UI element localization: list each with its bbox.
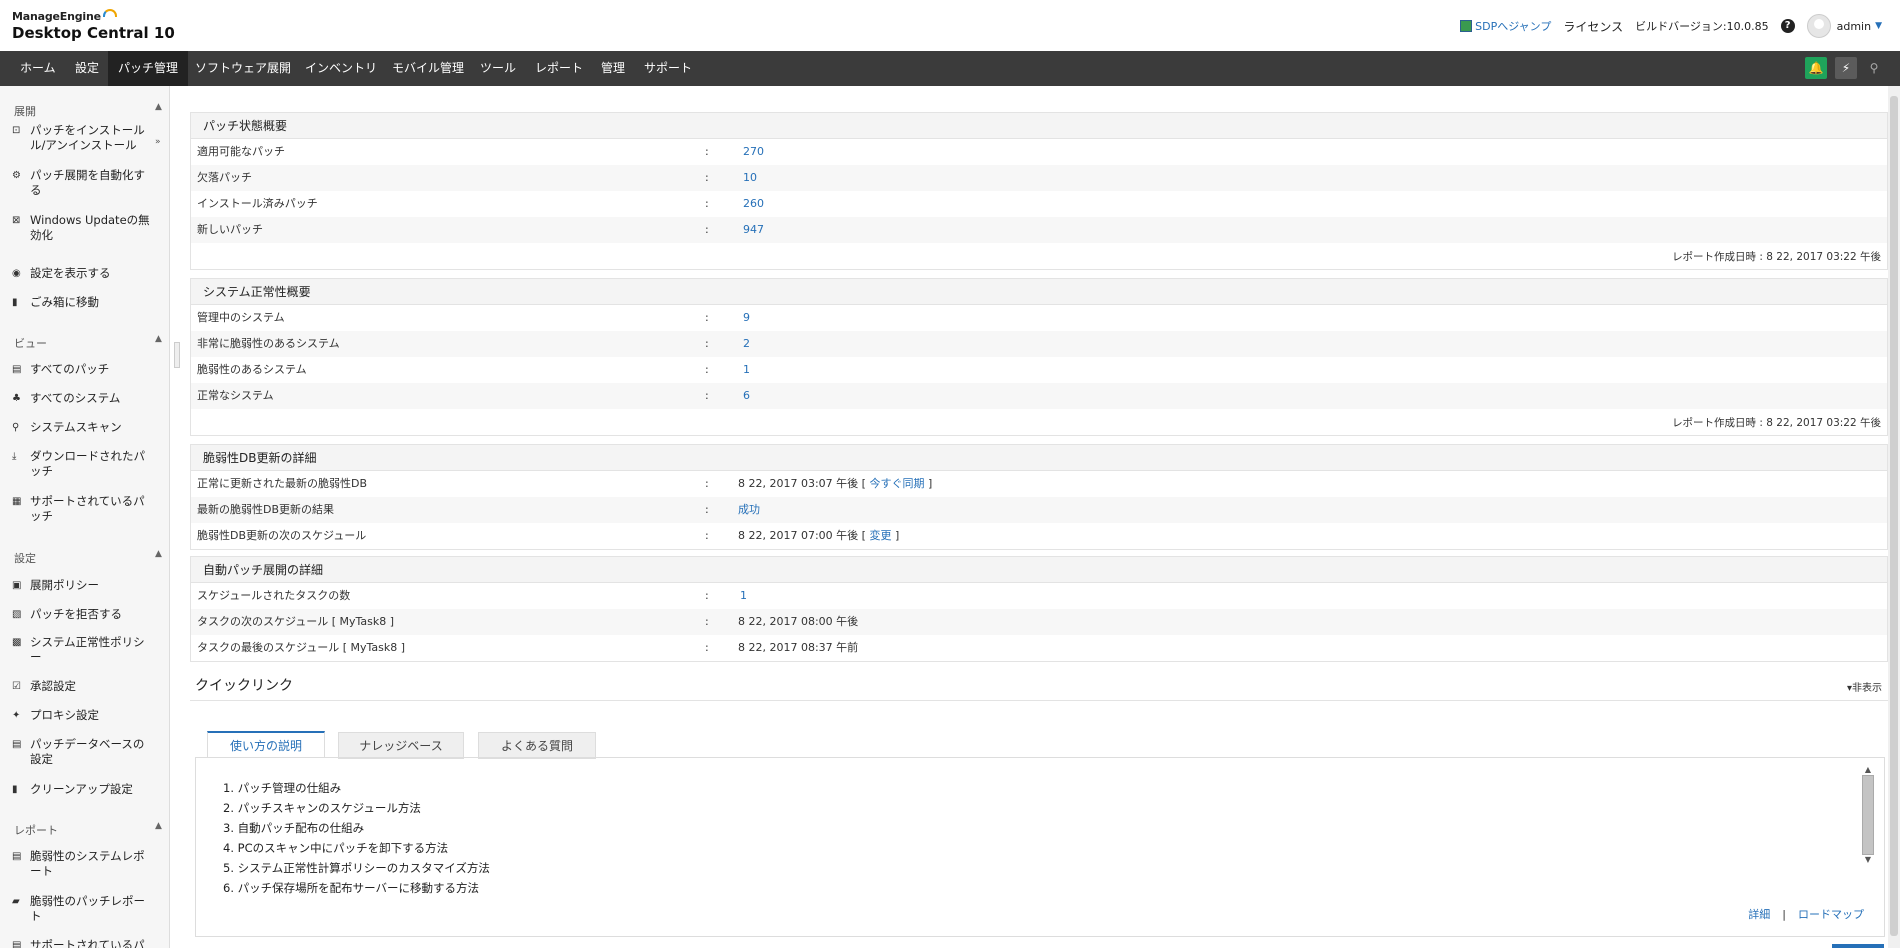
sidebar-item-vuln-patch-report[interactable]: ▰ 脆弱性のパッチレポート <box>12 894 152 924</box>
sidebar-item-supported-patches[interactable]: ▦ サポートされているパ ッチ <box>12 494 152 524</box>
howto-list: 1. パッチ管理の仕組み 2. パッチスキャンのスケジュール方法 3. 自動パッ… <box>223 778 490 898</box>
cleanup-icon: ▮ <box>12 784 18 795</box>
list-item[interactable]: 3. 自動パッチ配布の仕組み <box>223 818 490 838</box>
expand-icon[interactable]: » <box>155 137 161 147</box>
report-icon: ▤ <box>12 851 22 862</box>
report-icon: ▰ <box>12 896 20 907</box>
sidebar-item-patch-db-settings[interactable]: ▤ パッチデータベースの 設定 <box>12 737 152 767</box>
sidebar-item-system-scan[interactable]: ⚲ システムスキャン <box>12 420 152 435</box>
brand-swoosh-icon <box>102 9 117 17</box>
sidebar-item-view-config[interactable]: ◉ 設定を表示する <box>12 266 152 281</box>
tab-howto[interactable]: 使い方の説明 <box>207 731 325 758</box>
tab-knowledge-base[interactable]: ナレッジベース <box>338 732 464 759</box>
chevron-up-icon[interactable]: ▲ <box>155 549 162 559</box>
chevron-up-icon[interactable]: ▲ <box>155 334 162 344</box>
tab-body: 1. パッチ管理の仕組み 2. パッチスキャンのスケジュール方法 3. 自動パッ… <box>195 757 1885 937</box>
windows-update-off-icon: ⊠ <box>12 215 21 226</box>
download-icon: ⤓ <box>12 451 17 462</box>
bottom-accent <box>1832 944 1884 948</box>
patches-icon: ▤ <box>12 364 22 375</box>
sidebar: 展開 ▲ ⊡ パッチをインストール ル/アンインストール » ⚙ パッチ展開を自動化す… <box>0 86 170 948</box>
sidebar-item-automate[interactable]: ⚙ パッチ展開を自動化する <box>12 168 152 198</box>
list-item[interactable]: 5. システム正常性計算ポリシーのカスタマイズ方法 <box>223 858 490 878</box>
sidebar-item-approval[interactable]: ☑ 承認設定 <box>12 679 152 694</box>
nav-home[interactable]: ホーム <box>10 51 66 86</box>
quick-links-area: クイックリンク ▾非表示 使い方の説明 ナレッジベース よくある質問 1. パッ… <box>190 0 1888 948</box>
sidebar-item-proxy[interactable]: ✦ プロキシ設定 <box>12 708 152 723</box>
sidebar-section-reports[interactable]: レポート <box>14 822 58 838</box>
gear-icon: ⚙ <box>12 170 21 181</box>
proxy-icon: ✦ <box>12 710 21 721</box>
list-item[interactable]: 4. PCのスキャン中にパッチを卸下する方法 <box>223 838 490 858</box>
health-icon: ▩ <box>12 637 22 648</box>
sidebar-item-vuln-system-report[interactable]: ▤ 脆弱性のシステムレポ ート <box>12 849 152 879</box>
systems-icon: ♣ <box>12 393 21 404</box>
divider <box>190 700 1888 701</box>
footer-links: 詳細 | ロードマップ <box>1748 908 1864 921</box>
sidebar-item-health-policy[interactable]: ▩ システム正常性ポリシー <box>12 635 152 665</box>
chevron-up-icon[interactable]: ▲ <box>155 821 162 831</box>
list-item[interactable]: 1. パッチ管理の仕組み <box>223 778 490 798</box>
sidebar-collapse-handle[interactable] <box>174 342 180 368</box>
trash-icon: ▮ <box>12 297 18 308</box>
database-icon: ▤ <box>12 739 22 750</box>
detail-link[interactable]: 詳細 <box>1748 908 1770 921</box>
policy-icon: ▣ <box>12 580 22 591</box>
sidebar-section-view[interactable]: ビュー <box>14 335 47 351</box>
report-icon: ▤ <box>12 940 22 948</box>
scroll-up-icon[interactable]: ▲ <box>1862 765 1874 775</box>
eye-icon: ◉ <box>12 268 21 279</box>
sidebar-item-trash[interactable]: ▮ ごみ箱に移動 <box>12 295 152 310</box>
list-item[interactable]: 2. パッチスキャンのスケジュール方法 <box>223 798 490 818</box>
product-name: Desktop Central 10 <box>12 24 175 42</box>
approval-icon: ☑ <box>12 681 21 692</box>
scroll-thumb[interactable] <box>1862 775 1874 855</box>
sidebar-item-deploy-policy[interactable]: ▣ 展開ポリシー <box>12 578 152 593</box>
supported-icon: ▦ <box>12 496 22 507</box>
chevron-up-icon[interactable]: ▲ <box>155 102 162 112</box>
sidebar-item-decline-patch[interactable]: ▧ パッチを拒否する <box>12 607 152 622</box>
quick-links-title: クイックリンク <box>195 678 293 694</box>
magnifier-icon: ⚲ <box>12 422 20 433</box>
sidebar-item-install-uninstall[interactable]: ⊡ パッチをインストール ル/アンインストール <box>12 123 152 153</box>
scroll-down-icon[interactable]: ▼ <box>1862 855 1874 865</box>
tab-faq[interactable]: よくある質問 <box>478 732 596 759</box>
install-icon: ⊡ <box>12 125 21 136</box>
decline-icon: ▧ <box>12 609 22 620</box>
page-scroll-thumb[interactable] <box>1890 96 1898 936</box>
sidebar-item-all-patches[interactable]: ▤ すべてのパッチ <box>12 362 152 377</box>
hide-toggle[interactable]: ▾非表示 <box>1847 679 1882 694</box>
list-overflow-fade <box>196 893 1876 913</box>
brand-name: ManageEngine <box>12 10 101 23</box>
sidebar-item-cleanup[interactable]: ▮ クリーンアップ設定 <box>12 782 152 797</box>
sidebar-item-all-systems[interactable]: ♣ すべてのシステム <box>12 391 152 406</box>
sidebar-section-deploy[interactable]: 展開 <box>14 103 36 119</box>
nav-settings[interactable]: 設定 <box>65 51 109 86</box>
sidebar-item-supported-report[interactable]: ▤ サポートされているパ <box>12 938 152 948</box>
sidebar-item-downloaded-patches[interactable]: ⤓ ダウンロードされたパ ッチ <box>12 449 152 479</box>
logo[interactable]: ManageEngine Desktop Central 10 <box>12 9 175 42</box>
roadmap-link[interactable]: ロードマップ <box>1798 908 1864 921</box>
list-scrollbar[interactable]: ▲ ▼ <box>1862 765 1874 865</box>
nav-patch-management[interactable]: パッチ管理 <box>108 51 189 86</box>
page-scrollbar[interactable] <box>1888 86 1900 948</box>
sidebar-item-disable-windows-update[interactable]: ⊠ Windows Updateの無 効化 <box>12 213 152 243</box>
sidebar-section-settings[interactable]: 設定 <box>14 550 36 566</box>
